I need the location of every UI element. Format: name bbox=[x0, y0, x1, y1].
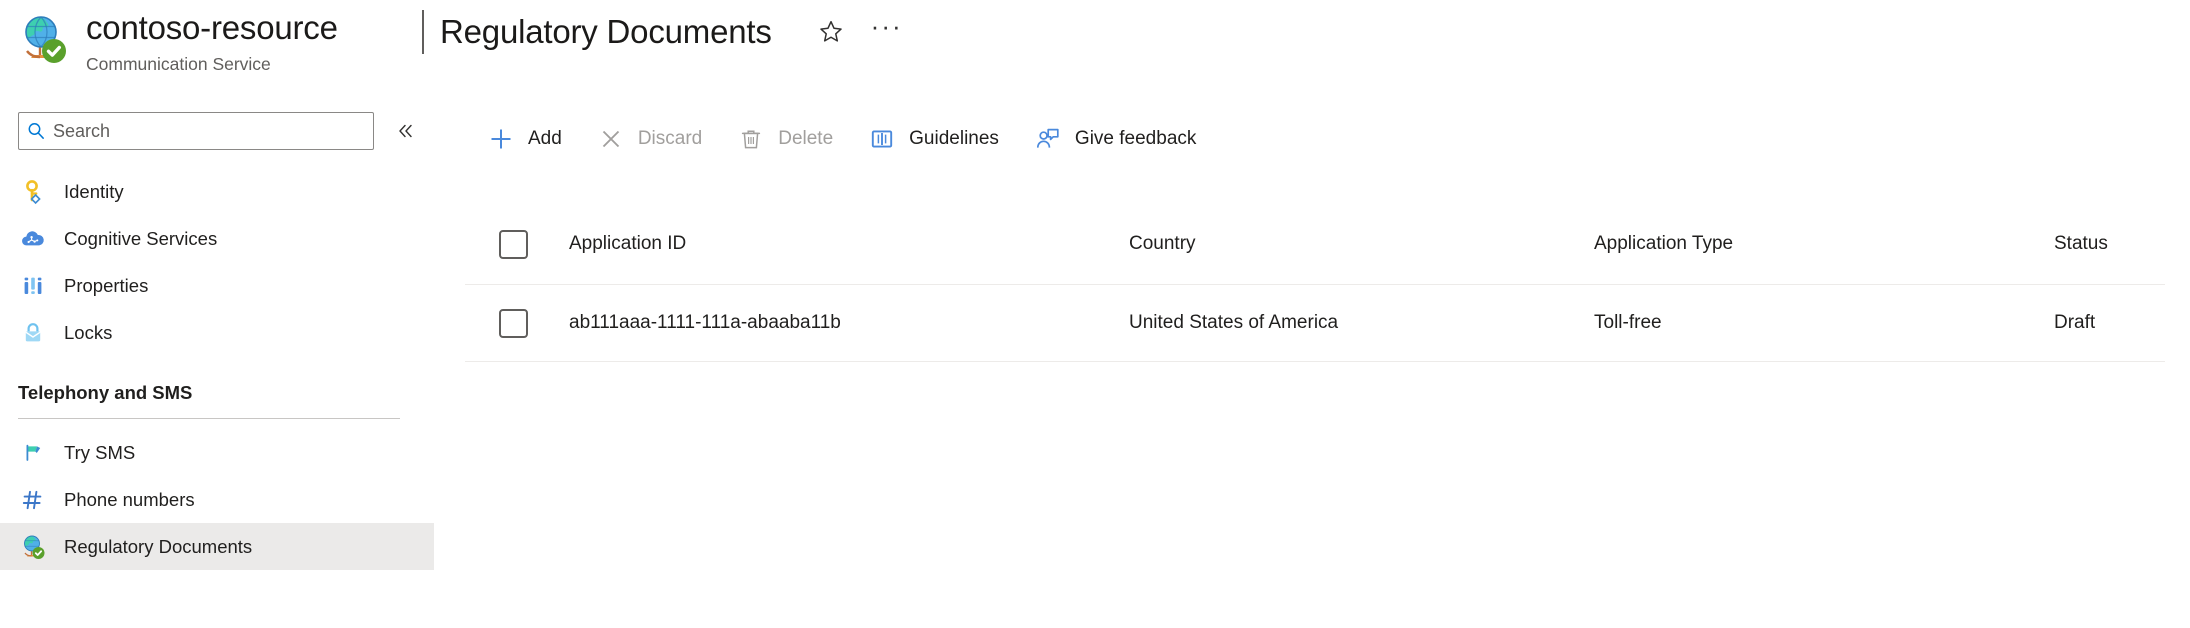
cell-application-type: Toll-free bbox=[1594, 312, 1662, 333]
sidebar-item-cognitive-services[interactable]: Cognitive Services bbox=[0, 215, 434, 262]
sidebar-section-title: Telephony and SMS bbox=[18, 382, 193, 403]
cell-country: United States of America bbox=[1129, 312, 1339, 333]
page-title: Regulatory Documents bbox=[440, 13, 772, 50]
sidebar-item-try-sms[interactable]: Try SMS bbox=[0, 429, 434, 476]
cloud-brain-icon bbox=[18, 224, 48, 254]
title-separator bbox=[422, 10, 424, 54]
book-icon bbox=[867, 124, 897, 154]
sidebar-item-phone-numbers[interactable]: Phone numbers bbox=[0, 476, 434, 523]
sidebar-item-properties[interactable]: Properties bbox=[0, 262, 434, 309]
chevron-double-left-icon[interactable] bbox=[392, 118, 418, 144]
search-box[interactable] bbox=[18, 112, 374, 150]
delete-button-label: Delete bbox=[778, 128, 834, 149]
feedback-person-icon bbox=[1033, 124, 1063, 154]
row-checkbox[interactable] bbox=[499, 308, 528, 338]
globe-check-icon bbox=[18, 532, 48, 562]
flag-icon bbox=[18, 438, 48, 468]
search-input[interactable] bbox=[53, 120, 353, 142]
hash-icon bbox=[18, 485, 48, 515]
discard-button[interactable]: Discard bbox=[586, 118, 712, 160]
sidebar-search-row bbox=[18, 112, 418, 150]
resource-header-titles: contoso-resource Communication Service bbox=[86, 8, 338, 75]
column-header-application-id[interactable]: Application ID bbox=[569, 231, 1129, 257]
cell-application-id: ab111aaa-1111-111a-abaaba11b bbox=[569, 312, 841, 333]
regulatory-documents-table: Application ID Country Application Type … bbox=[465, 204, 2165, 362]
add-button-label: Add bbox=[528, 128, 562, 149]
column-header-country[interactable]: Country bbox=[1129, 231, 1594, 257]
sidebar-section-telephony: Telephony and SMS bbox=[0, 380, 434, 419]
resource-name: contoso-resource bbox=[86, 9, 338, 46]
close-x-icon bbox=[596, 124, 626, 154]
properties-bars-icon bbox=[18, 271, 48, 301]
key-icon bbox=[18, 177, 48, 207]
sidebar-item-label: Regulatory Documents bbox=[64, 535, 253, 557]
main-content: Add Discard Delete Guidelines Give feedb… bbox=[434, 96, 2190, 628]
select-all-cell bbox=[465, 229, 569, 259]
sidebar-item-locks[interactable]: Locks bbox=[0, 309, 434, 356]
command-toolbar: Add Discard Delete Guidelines Give feedb… bbox=[476, 118, 1220, 160]
discard-button-label: Discard bbox=[637, 128, 703, 149]
globe-check-icon bbox=[18, 13, 68, 65]
sidebar-item-label: Try SMS bbox=[64, 441, 136, 463]
page-header: contoso-resource Communication Service R… bbox=[0, 0, 2190, 96]
sidebar-item-label: Identity bbox=[64, 180, 124, 202]
sidebar-item-identity[interactable]: Identity bbox=[0, 168, 434, 215]
page-title-group: Regulatory Documents ··· bbox=[422, 10, 904, 54]
plus-icon bbox=[486, 124, 516, 154]
sidebar-section-divider bbox=[18, 418, 400, 419]
azure-portal-page: contoso-resource Communication Service R… bbox=[0, 0, 2190, 628]
more-actions-button[interactable]: ··· bbox=[870, 11, 904, 49]
column-header-application-type[interactable]: Application Type bbox=[1594, 231, 2054, 257]
guidelines-button-label: Guidelines bbox=[909, 128, 999, 149]
column-header-status[interactable]: Status bbox=[2054, 231, 2190, 257]
sidebar-item-label: Cognitive Services bbox=[64, 227, 218, 249]
give-feedback-button[interactable]: Give feedback bbox=[1023, 118, 1206, 160]
table-row[interactable]: ab111aaa-1111-111a-abaaba11b United Stat… bbox=[465, 284, 2165, 362]
sidebar-item-regulatory-documents[interactable]: Regulatory Documents bbox=[0, 523, 434, 570]
lock-icon bbox=[18, 318, 48, 348]
trash-icon bbox=[736, 124, 766, 154]
guidelines-button[interactable]: Guidelines bbox=[857, 118, 1009, 160]
select-all-checkbox[interactable] bbox=[499, 229, 528, 259]
add-button[interactable]: Add bbox=[476, 118, 572, 160]
search-icon bbox=[19, 121, 53, 141]
sidebar: Identity Cognitive Services bbox=[0, 96, 434, 628]
resource-subtitle: Communication Service bbox=[86, 54, 271, 74]
status-badge: Draft bbox=[2054, 312, 2096, 333]
star-outline-icon[interactable] bbox=[814, 15, 848, 49]
row-select-cell bbox=[465, 308, 569, 338]
sidebar-item-label: Properties bbox=[64, 274, 149, 296]
sidebar-nav-list: Identity Cognitive Services Properties L… bbox=[0, 168, 434, 570]
table-header-row: Application ID Country Application Type … bbox=[465, 204, 2165, 284]
give-feedback-button-label: Give feedback bbox=[1074, 128, 1197, 149]
delete-button[interactable]: Delete bbox=[726, 118, 843, 160]
sidebar-item-label: Locks bbox=[64, 321, 113, 343]
sidebar-item-label: Phone numbers bbox=[64, 488, 195, 510]
